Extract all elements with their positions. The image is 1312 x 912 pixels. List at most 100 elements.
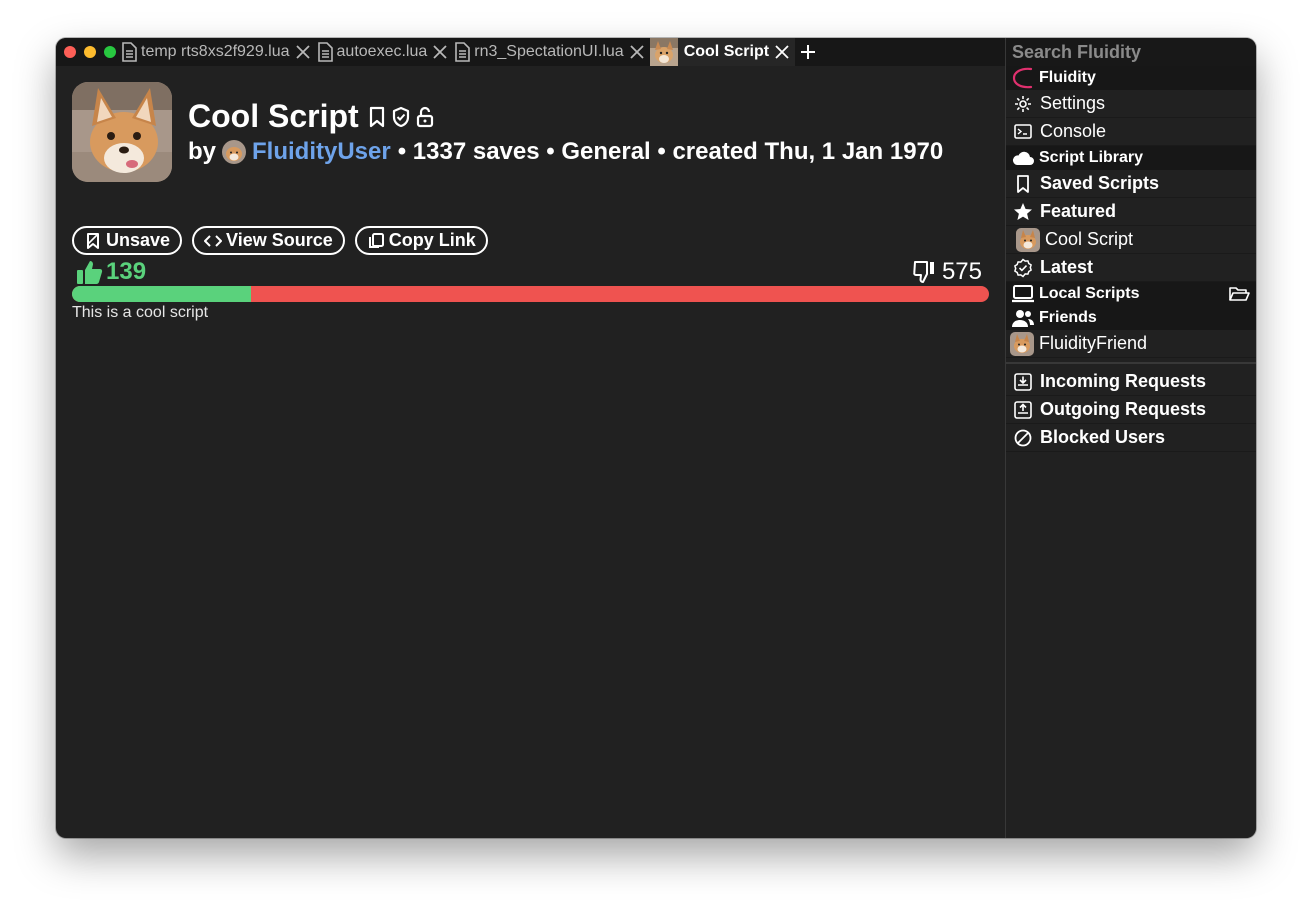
section-fluidity[interactable]: Fluidity — [1006, 66, 1256, 90]
like-ratio-fill — [72, 286, 251, 302]
sidebar-item-console[interactable]: Console — [1006, 118, 1256, 146]
section-label: Local Scripts — [1039, 285, 1140, 302]
code-icon — [204, 234, 223, 247]
section-local-scripts[interactable]: Local Scripts — [1006, 282, 1256, 306]
document-icon — [455, 42, 471, 62]
sidebar-item-outgoing-requests[interactable]: Outgoing Requests — [1006, 396, 1256, 424]
copy-icon — [368, 232, 384, 248]
sidebar-item-featured[interactable]: Featured — [1006, 198, 1256, 226]
thumbs-down-icon — [913, 261, 934, 283]
sidebar-item-saved-scripts[interactable]: Saved Scripts — [1006, 170, 1256, 198]
item-label: Incoming Requests — [1040, 371, 1207, 391]
ban-icon — [1014, 429, 1032, 446]
sidebar-item-friend[interactable]: FluidityFriend — [1006, 330, 1256, 358]
document-icon — [317, 42, 333, 62]
fox-thumbnail — [649, 38, 678, 66]
badge-check-icon — [1014, 257, 1032, 278]
inbox-upload-icon — [1014, 400, 1032, 419]
divider — [1006, 362, 1256, 364]
like-ratio-bar — [72, 286, 989, 302]
thumbs-up-icon — [77, 261, 103, 284]
title-row: Cool Script — [188, 98, 435, 135]
section-label: Fluidity — [1039, 69, 1096, 86]
friend-avatar — [1010, 331, 1034, 356]
copy-link-label: Copy Link — [388, 230, 476, 250]
users-icon — [1012, 310, 1034, 327]
sidebar-item-latest[interactable]: Latest — [1006, 254, 1256, 282]
tab-label: temp rts8xs2f929.lua — [141, 43, 290, 60]
script-title: Cool Script — [188, 98, 359, 134]
new-tab-button[interactable] — [795, 38, 821, 66]
star-icon — [1014, 202, 1032, 220]
window-controls — [56, 46, 120, 58]
author-avatar — [222, 140, 247, 164]
tab-cool-script[interactable]: Cool Script — [649, 38, 796, 66]
document-icon — [122, 42, 137, 62]
section-label: Script Library — [1039, 149, 1144, 166]
item-label: FluidityFriend — [1039, 333, 1148, 353]
view-source-button[interactable]: View Source — [192, 226, 345, 255]
app-window: temp rts8xs2f929.lua autoexec.lua rn3_Sp… — [56, 38, 1256, 838]
by-label: by — [188, 138, 217, 165]
item-label: Cool Script — [1045, 229, 1134, 249]
tab-temp-script[interactable]: temp rts8xs2f929.lua — [120, 38, 316, 66]
close-tab-icon[interactable] — [294, 43, 312, 61]
item-label: Latest — [1040, 257, 1094, 277]
script-thumbnail — [1016, 227, 1040, 252]
cloud-icon — [1012, 151, 1034, 165]
bookmark-icon — [1017, 174, 1029, 193]
script-details: • 1337 saves • General • created Thu, 1 … — [397, 138, 944, 165]
close-tab-icon[interactable] — [628, 43, 646, 61]
script-detail-panel: Cool Script by FluidityUser • 1337 saves… — [56, 66, 1005, 838]
unlock-icon — [416, 106, 433, 127]
author-link[interactable]: FluidityUser — [252, 138, 391, 166]
item-label: Settings — [1040, 93, 1106, 113]
dislike-button[interactable]: 575 — [912, 258, 982, 286]
script-meta: by FluidityUser • 1337 saves • General •… — [188, 138, 943, 166]
item-label: Outgoing Requests — [1040, 399, 1206, 419]
dislike-count: 575 — [941, 258, 982, 285]
close-tab-icon[interactable] — [431, 43, 449, 61]
script-avatar — [72, 82, 172, 182]
shield-check-icon — [392, 106, 409, 127]
folder-open-icon[interactable] — [1228, 285, 1250, 303]
bookmark-off-icon — [87, 232, 99, 249]
tab-label: rn3_SpectationUI.lua — [474, 43, 624, 60]
unsave-label: Unsave — [106, 230, 171, 250]
item-label: Featured — [1040, 201, 1117, 221]
section-friends[interactable]: Friends — [1006, 306, 1256, 330]
plus-icon — [801, 45, 816, 59]
terminal-icon — [1014, 123, 1032, 139]
sidebar-item-cool-script[interactable]: Cool Script — [1006, 226, 1256, 254]
search-input[interactable]: Search Fluidity — [1006, 38, 1256, 66]
fluidity-logo-icon — [1012, 67, 1033, 89]
close-window-button[interactable] — [64, 46, 76, 58]
tab-spectation-ui[interactable]: rn3_SpectationUI.lua — [453, 38, 649, 66]
close-tab-icon[interactable] — [773, 43, 791, 61]
tab-autoexec[interactable]: autoexec.lua — [316, 38, 454, 66]
inbox-download-icon — [1014, 372, 1032, 391]
item-label: Saved Scripts — [1040, 173, 1160, 193]
zoom-window-button[interactable] — [104, 46, 116, 58]
tab-label: Cool Script — [683, 43, 770, 60]
tab-label: autoexec.lua — [336, 43, 428, 60]
section-label: Friends — [1039, 309, 1097, 326]
gear-icon — [1015, 95, 1031, 112]
sidebar-item-settings[interactable]: Settings — [1006, 90, 1256, 118]
minimize-window-button[interactable] — [84, 46, 96, 58]
copy-link-button[interactable]: Copy Link — [354, 226, 488, 255]
bookmark-icon — [369, 106, 384, 127]
action-buttons: Unsave View Source Copy Link — [72, 226, 488, 255]
item-label: Blocked Users — [1040, 427, 1166, 447]
like-button[interactable]: 139 — [76, 258, 146, 286]
view-source-label: View Source — [226, 230, 333, 250]
laptop-icon — [1012, 285, 1034, 303]
section-script-library[interactable]: Script Library — [1006, 146, 1256, 170]
tab-bar: temp rts8xs2f929.lua autoexec.lua rn3_Sp… — [56, 38, 1005, 66]
sidebar-item-blocked-users[interactable]: Blocked Users — [1006, 424, 1256, 452]
unsave-button[interactable]: Unsave — [72, 226, 183, 255]
item-label: Console — [1040, 121, 1107, 141]
sidebar: Search Fluidity Fluidity Settings Consol… — [1005, 38, 1256, 838]
sidebar-item-incoming-requests[interactable]: Incoming Requests — [1006, 368, 1256, 396]
title-icons — [367, 106, 435, 128]
